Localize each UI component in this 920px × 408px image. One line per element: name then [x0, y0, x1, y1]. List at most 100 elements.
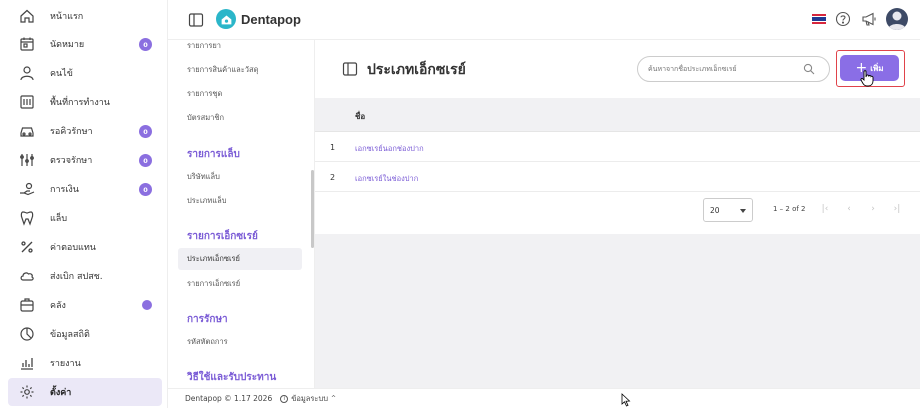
sidebar-item-label: ตรวจรักษา — [50, 156, 93, 166]
statistics-icon — [18, 325, 36, 343]
footer: Dentapop © 1.17 2026 i ข้อมูลระบบ ^ — [168, 388, 920, 408]
footer-version: Dentapop © 1.17 2026 — [185, 394, 273, 403]
tools-icon — [18, 151, 36, 169]
tooth-icon — [18, 209, 36, 227]
calendar-icon — [18, 35, 36, 53]
sidebar-item-label: คลัง — [50, 301, 66, 311]
submenu-item-products[interactable]: รายการสินค้าและวัสดุ — [178, 59, 302, 81]
count-badge: 0 — [139, 183, 152, 196]
submenu-scrollbar[interactable] — [311, 170, 314, 248]
search-box — [637, 56, 830, 82]
first-page-icon[interactable]: |‹ — [818, 202, 832, 216]
submenu-item-xray-list[interactable]: รายการเอ็กซเรย์ — [178, 273, 302, 295]
home-icon — [18, 7, 36, 25]
inventory-icon — [18, 296, 36, 314]
search-icon[interactable] — [803, 63, 815, 75]
main-sidebar: หน้าแรก นัดหมาย 0 คนไข้ พื้นที่การทำงาน … — [0, 0, 168, 408]
count-badge: 0 — [139, 125, 152, 138]
submenu-item-lab-types[interactable]: ประเภทแล็บ — [178, 190, 302, 212]
sidebar-item-label: ค่าตอบแทน — [50, 243, 96, 253]
caret-down-icon — [740, 209, 746, 213]
pagination-nav: |‹ ‹ › ›| — [818, 202, 904, 216]
submenu-item-lab-companies[interactable]: บริษัทแล็บ — [178, 166, 302, 188]
main-content: ประเภทเอ็กซเรย์ + เพิ่ม ชื่อ 1 เอกซเรย์น… — [315, 40, 920, 388]
settings-gear-icon — [18, 383, 36, 401]
sidebar-item-label: ตั้งค่า — [50, 388, 72, 398]
sidebar-item-finance[interactable]: การเงิน 0 — [8, 175, 162, 203]
megaphone-icon[interactable] — [860, 10, 878, 28]
brand-name: Dentapop — [241, 12, 301, 27]
sidebar-layout-icon — [342, 61, 358, 77]
top-header: Dentapop — [168, 0, 920, 40]
sidebar-item-statistics[interactable]: ข้อมูลสถิติ — [8, 320, 162, 348]
sidebar-toggle-icon[interactable] — [188, 12, 204, 28]
row-name-link[interactable]: เอกซเรย์ในช่องปาก — [355, 173, 418, 185]
sidebar-item-label: รายงาน — [50, 359, 81, 369]
percent-icon — [18, 238, 36, 256]
help-icon[interactable] — [834, 10, 852, 28]
submenu-section-usage: วิธีใช้และรับประทาน — [187, 372, 277, 383]
thai-flag-icon[interactable] — [812, 14, 826, 25]
sidebar-item-compensation[interactable]: ค่าตอบแทน — [8, 233, 162, 261]
sidebar-item-reports[interactable]: รายงาน — [8, 349, 162, 377]
sidebar-item-label: คนไข้ — [50, 69, 73, 79]
page-toolbar: ประเภทเอ็กซเรย์ + เพิ่ม — [315, 40, 920, 98]
sidebar-item-label: หน้าแรก — [50, 12, 84, 22]
sidebar-item-lab[interactable]: แล็บ — [8, 204, 162, 232]
row-number: 2 — [330, 173, 336, 182]
xray-types-table: ชื่อ 1 เอกซเรย์นอกช่องปาก 2 เอกซเรย์ในช่… — [315, 98, 920, 234]
payment-hand-icon — [18, 180, 36, 198]
sidebar-item-claims[interactable]: ส่งเบิก สปสช. — [8, 262, 162, 290]
sidebar-item-queue[interactable]: รอคิวรักษา 0 — [8, 117, 162, 145]
sidebar-item-label: รอคิวรักษา — [50, 127, 93, 137]
page-title: ประเภทเอ็กซเรย์ — [367, 62, 466, 78]
pagination: 20 1 – 2 of 2 |‹ ‹ › ›| — [315, 192, 920, 234]
row-number: 1 — [330, 143, 336, 152]
submenu-section-xray: รายการเอ็กซเรย์ — [187, 231, 258, 242]
column-header-name: ชื่อ — [355, 112, 366, 121]
search-input[interactable] — [648, 62, 798, 76]
submenu-item-sets[interactable]: รายการชุด — [178, 83, 302, 105]
submenu-item-member-cards[interactable]: บัตรสมาชิก — [178, 107, 302, 129]
cloud-icon — [18, 267, 36, 285]
sidebar-item-home[interactable]: หน้าแรก — [8, 2, 162, 30]
page-size-select[interactable]: 20 — [703, 198, 753, 222]
sidebar-item-label: ส่งเบิก สปสช. — [50, 272, 103, 282]
notification-dot — [142, 300, 152, 310]
sidebar-item-label: พื้นที่การทำงาน — [50, 98, 110, 108]
system-info-link[interactable]: i ข้อมูลระบบ ^ — [280, 393, 336, 405]
submenu-section-treatment: การรักษา — [187, 314, 228, 325]
sidebar-item-examination[interactable]: ตรวจรักษา 0 — [8, 146, 162, 174]
table-header: ชื่อ — [315, 98, 920, 132]
user-icon — [18, 64, 36, 82]
submenu-item-xray-types[interactable]: ประเภทเอ็กซเรย์ — [178, 248, 302, 270]
submenu-item-drugs[interactable]: รายการยา — [178, 40, 302, 57]
next-page-icon[interactable]: › — [866, 202, 880, 216]
chevron-up-icon: ^ — [330, 395, 337, 402]
brand-logo — [216, 9, 236, 29]
sidebar-item-patients[interactable]: คนไข้ — [8, 59, 162, 87]
sidebar-item-label: ข้อมูลสถิติ — [50, 330, 90, 340]
page-range: 1 – 2 of 2 — [773, 205, 806, 213]
previous-page-icon[interactable]: ‹ — [842, 202, 856, 216]
last-page-icon[interactable]: ›| — [890, 202, 904, 216]
sidebar-item-workspace[interactable]: พื้นที่การทำงาน — [8, 88, 162, 116]
table-row: 1 เอกซเรย์นอกช่องปาก — [315, 132, 920, 162]
workspace-icon — [18, 93, 36, 111]
header-actions — [812, 8, 908, 30]
car-queue-icon — [18, 122, 36, 140]
arrow-cursor-icon — [621, 393, 631, 407]
submenu-section-lab: รายการแล็บ — [187, 149, 240, 160]
sidebar-item-settings[interactable]: ตั้งค่า — [8, 378, 162, 406]
system-info-label: ข้อมูลระบบ — [291, 393, 328, 403]
sidebar-item-label: การเงิน — [50, 185, 79, 195]
sidebar-item-inventory[interactable]: คลัง — [8, 291, 162, 319]
table-row: 2 เอกซเรย์ในช่องปาก — [315, 162, 920, 192]
sidebar-item-appointments[interactable]: นัดหมาย 0 — [8, 30, 162, 58]
hand-cursor-icon — [860, 70, 874, 87]
row-name-link[interactable]: เอกซเรย์นอกช่องปาก — [355, 143, 424, 155]
count-badge: 0 — [139, 38, 152, 51]
avatar[interactable] — [886, 8, 908, 30]
page-size-value: 20 — [710, 205, 720, 215]
submenu-item-procedure-codes[interactable]: รหัสหัตถการ — [178, 331, 302, 353]
